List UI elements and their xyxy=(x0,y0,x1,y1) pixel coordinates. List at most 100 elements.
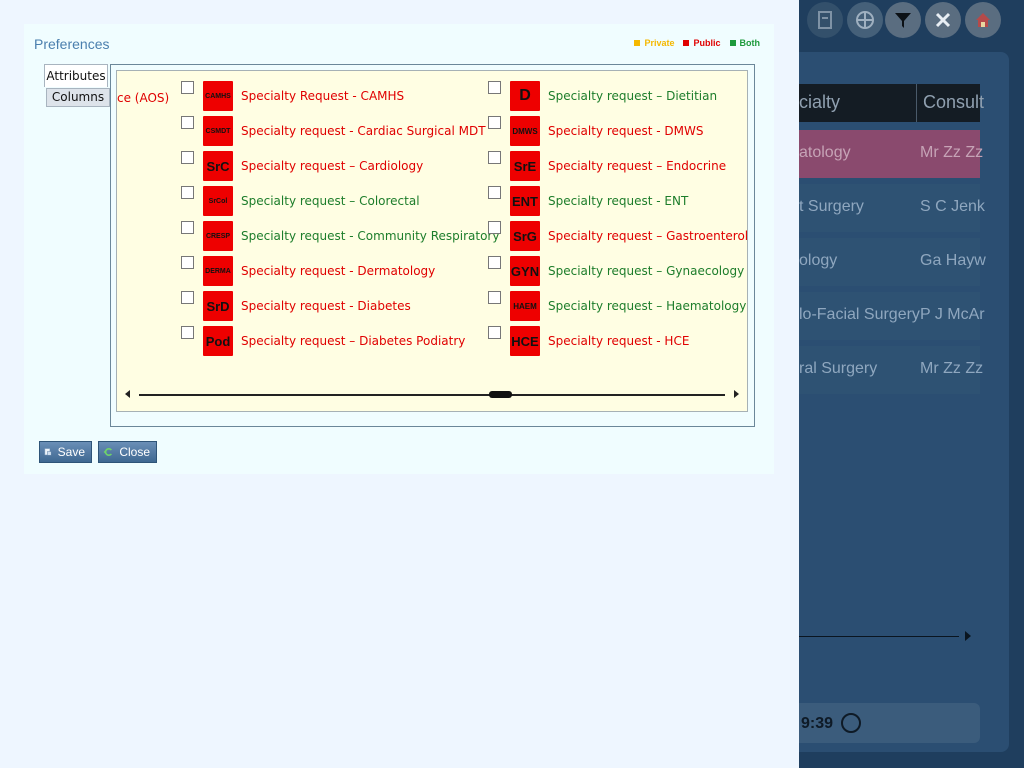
attribute-item[interactable]: HAEM Specialty request – Haematology xyxy=(488,291,747,321)
attribute-checkbox[interactable] xyxy=(488,116,501,129)
home-icon[interactable] xyxy=(965,2,1001,38)
dialog-title: Preferences xyxy=(34,36,110,52)
attribute-label: Specialty request – Diabetes Podiatry xyxy=(241,334,466,348)
attribute-item[interactable]: HCE Specialty request - HCE xyxy=(488,326,747,356)
attribute-item[interactable]: CAMHS Specialty Request - CAMHS xyxy=(181,81,491,111)
partial-item-label[interactable]: ce (AOS) xyxy=(117,91,169,105)
attribute-item[interactable]: DMWS Specialty request - DMWS xyxy=(488,116,747,146)
clear-icon[interactable] xyxy=(925,2,961,38)
specialty-badge-icon: GYN xyxy=(510,256,540,286)
attribute-label: Specialty request – Dietitian xyxy=(548,89,718,103)
specialty-badge-icon: D xyxy=(510,81,540,111)
attribute-checkbox[interactable] xyxy=(488,186,501,199)
specialty-badge-icon: SrCol xyxy=(203,186,233,216)
attributes-panel: ce (AOS) CAMHS Specialty Request - CAMHS C… xyxy=(116,70,748,412)
row-consultant: P J McAr xyxy=(920,306,985,323)
attribute-checkbox[interactable] xyxy=(181,221,194,234)
save-label: Save xyxy=(57,445,85,459)
attribute-item[interactable]: Pod Specialty request – Diabetes Podiatry xyxy=(181,326,491,356)
row-specialty: atology xyxy=(799,144,851,161)
tab-attributes[interactable]: Attributes xyxy=(44,64,108,87)
network-icon[interactable] xyxy=(847,2,883,38)
attribute-label: Specialty request - Dermatology xyxy=(241,264,436,278)
attribute-label: Specialty Request - CAMHS xyxy=(241,89,405,103)
close-label: Close xyxy=(119,445,150,459)
attribute-label: Specialty request - DMWS xyxy=(548,124,704,138)
legend-both: Both xyxy=(729,38,761,48)
attribute-checkbox[interactable] xyxy=(181,256,194,269)
scroll-right-icon[interactable] xyxy=(965,631,971,641)
specialty-badge-icon: HAEM xyxy=(510,291,540,321)
scroll-thumb[interactable] xyxy=(489,391,512,398)
column-header-consultant[interactable]: Consult xyxy=(923,92,984,113)
attribute-item[interactable]: CSMDT Specialty request - Cardiac Surgica… xyxy=(181,116,491,146)
table-row[interactable]: lo-Facial Surgery P J McAr xyxy=(799,292,985,340)
row-specialty: ral Surgery xyxy=(799,360,878,377)
attribute-checkbox[interactable] xyxy=(488,326,501,339)
table-row[interactable]: ral Surgery Mr Zz Zz xyxy=(799,346,983,394)
clock-icon xyxy=(841,713,861,733)
row-specialty: ology xyxy=(799,252,838,269)
attribute-item[interactable]: CRESP Specialty request - Community Respi… xyxy=(181,221,499,251)
specialty-badge-icon: SrE xyxy=(510,151,540,181)
attribute-label: Specialty request – Gastroenterology xyxy=(548,229,748,243)
attribute-checkbox[interactable] xyxy=(488,291,501,304)
attribute-item[interactable]: SrE Specialty request – Endocrine xyxy=(488,151,747,181)
row-consultant: Ga Hayw xyxy=(920,252,986,269)
attribute-checkbox[interactable] xyxy=(488,81,501,94)
scroll-right-icon[interactable] xyxy=(734,390,739,398)
attribute-checkbox[interactable] xyxy=(488,221,501,234)
return-arrow-icon xyxy=(103,447,113,457)
scroll-left-icon[interactable] xyxy=(125,390,130,398)
attribute-label: Specialty request - Community Respirator… xyxy=(241,229,500,243)
filter-icon[interactable] xyxy=(885,2,921,38)
attribute-item[interactable]: GYN Specialty request – Gynaecology xyxy=(488,256,747,286)
specialty-badge-icon: CAMHS xyxy=(203,81,233,111)
save-button[interactable]: Save xyxy=(39,441,92,463)
footer-time: 9:39 xyxy=(801,715,834,732)
attribute-item[interactable]: D Specialty request – Dietitian xyxy=(488,81,747,111)
attribute-label: Specialty request – Haematology xyxy=(548,299,747,313)
specialty-badge-icon: CSMDT xyxy=(203,116,233,146)
specialty-badge-icon: SrC xyxy=(203,151,233,181)
row-specialty: lo-Facial Surgery xyxy=(799,306,920,323)
attribute-label: Specialty request – Endocrine xyxy=(548,159,727,173)
attribute-item[interactable]: ENT Specialty request - ENT xyxy=(488,186,747,216)
attribute-checkbox[interactable] xyxy=(181,326,194,339)
table-row[interactable]: atology Mr Zz Zz xyxy=(799,130,984,178)
background-app: cialty Consult atology Mr Zz Zz t Surger… xyxy=(799,0,1024,768)
row-consultant: Mr Zz Zz xyxy=(920,144,984,161)
close-button[interactable]: Close xyxy=(98,441,157,463)
specialty-badge-icon: SrG xyxy=(510,221,540,251)
attribute-item[interactable]: SrCol Specialty request – Colorectal xyxy=(181,186,491,216)
legend-public: Public xyxy=(683,38,721,48)
attribute-item[interactable]: DERMA Specialty request - Dermatology xyxy=(181,256,491,286)
horizontal-scrollbar[interactable] xyxy=(125,387,739,401)
save-icon xyxy=(44,448,52,456)
attribute-item[interactable]: SrD Specialty request - Diabetes xyxy=(181,291,491,321)
document-icon[interactable] xyxy=(807,2,843,38)
legend-label: Both xyxy=(739,38,761,48)
specialty-badge-icon: DERMA xyxy=(203,256,233,286)
attribute-checkbox[interactable] xyxy=(181,151,194,164)
attribute-checkbox[interactable] xyxy=(181,186,194,199)
specialty-badge-icon: HCE xyxy=(510,326,540,356)
table-row[interactable]: t Surgery S C Jenk xyxy=(799,184,985,232)
table-row[interactable]: ology Ga Hayw xyxy=(799,238,986,286)
scroll-track[interactable] xyxy=(139,394,725,396)
bg-footer: 9:39 xyxy=(799,703,980,743)
attribute-checkbox[interactable] xyxy=(181,116,194,129)
attribute-label: Specialty request - Diabetes xyxy=(241,299,411,313)
column-header-specialty[interactable]: cialty xyxy=(799,92,840,113)
specialty-badge-icon: DMWS xyxy=(510,116,540,146)
preferences-dialog: Preferences Private Public Both Attribut… xyxy=(24,24,774,474)
attribute-item[interactable]: SrG Specialty request – Gastroenterology xyxy=(488,221,748,251)
attribute-checkbox[interactable] xyxy=(181,81,194,94)
attribute-checkbox[interactable] xyxy=(181,291,194,304)
attribute-checkbox[interactable] xyxy=(488,256,501,269)
toolbar xyxy=(799,0,1024,40)
tab-columns[interactable]: Columns xyxy=(46,88,110,107)
attribute-item[interactable]: SrC Specialty request – Cardiology xyxy=(181,151,491,181)
attribute-checkbox[interactable] xyxy=(488,151,501,164)
public-swatch-icon xyxy=(683,40,690,46)
